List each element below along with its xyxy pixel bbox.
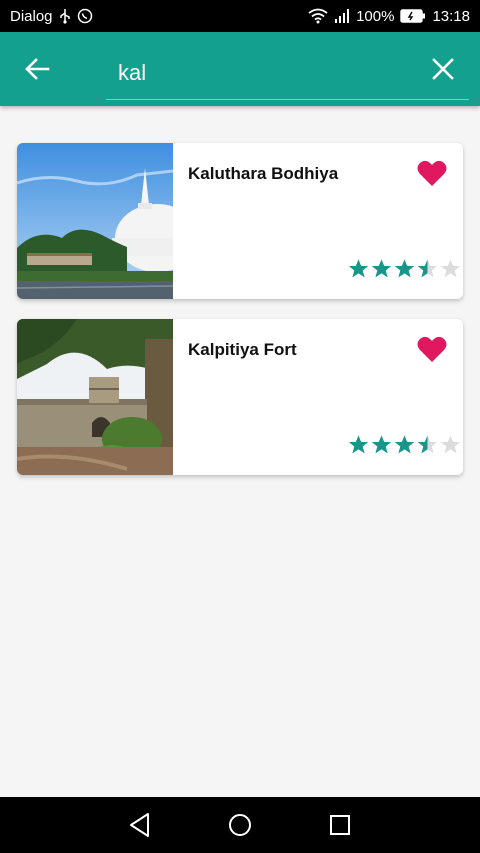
star-filled-icon: [371, 259, 392, 278]
clear-search-button[interactable]: [428, 54, 458, 84]
fort-photo: [17, 319, 173, 475]
status-app-label: Dialog: [10, 7, 53, 25]
place-title: Kaluthara Bodhiya: [188, 164, 339, 183]
circle-home-icon: [229, 814, 251, 836]
back-button[interactable]: [20, 54, 54, 84]
search-toolbar: [0, 32, 480, 106]
star-rating: 3.5: [348, 434, 461, 455]
favorite-button[interactable]: [417, 159, 447, 189]
star-filled-icon: [394, 259, 415, 278]
nav-recents-button[interactable]: [320, 805, 360, 845]
battery-icon: [400, 9, 426, 23]
heart-icon: [417, 160, 447, 186]
close-icon: [432, 58, 454, 80]
usb-icon: [59, 8, 71, 24]
star-half-icon: [417, 259, 438, 278]
star-filled-icon: [394, 435, 415, 454]
status-bar: Dialog 100% 13:18: [0, 0, 480, 32]
battery-percent: 100%: [356, 7, 395, 25]
star-filled-icon: [348, 435, 369, 454]
whatsapp-icon: [77, 8, 93, 24]
square-recents-icon: [330, 815, 350, 835]
star-empty-icon: [440, 259, 461, 278]
triangle-back-icon: [130, 813, 149, 837]
place-title: Kalpitiya Fort: [188, 340, 297, 359]
result-card[interactable]: Kalpitiya Fort 3.5: [17, 319, 463, 475]
favorite-button[interactable]: [417, 335, 447, 365]
status-left: Dialog: [10, 8, 93, 25]
signal-icon: [334, 8, 350, 24]
results-list: Kaluthara Bodhiya 3.5: [17, 143, 463, 495]
nav-back-button[interactable]: [120, 805, 160, 845]
star-empty-icon: [440, 435, 461, 454]
star-filled-icon: [348, 259, 369, 278]
wifi-icon: [308, 8, 328, 24]
arrow-left-icon: [25, 58, 50, 80]
star-half-icon: [417, 435, 438, 454]
navigation-bar: [0, 797, 480, 853]
clock: 13:18: [432, 7, 470, 25]
star-rating: 3.5: [348, 258, 461, 279]
nav-home-button[interactable]: [220, 805, 260, 845]
star-filled-icon: [371, 435, 392, 454]
stupa-photo: [17, 143, 173, 299]
result-card[interactable]: Kaluthara Bodhiya 3.5: [17, 143, 463, 299]
heart-icon: [417, 336, 447, 362]
search-input[interactable]: [106, 46, 469, 100]
status-right: 100% 13:18: [308, 8, 470, 25]
